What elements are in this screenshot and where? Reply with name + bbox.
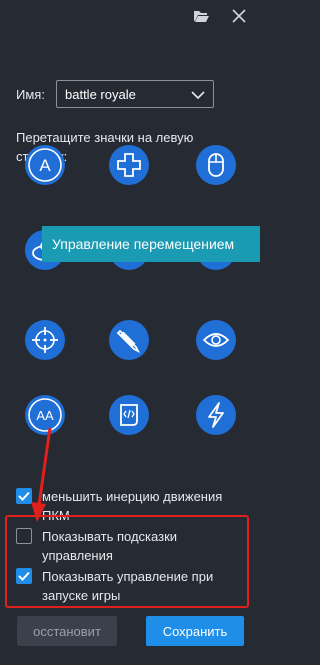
restore-button[interactable]: осстановит xyxy=(17,616,117,646)
save-button[interactable]: Сохранить xyxy=(146,616,244,646)
annotation-arrow xyxy=(31,427,52,522)
